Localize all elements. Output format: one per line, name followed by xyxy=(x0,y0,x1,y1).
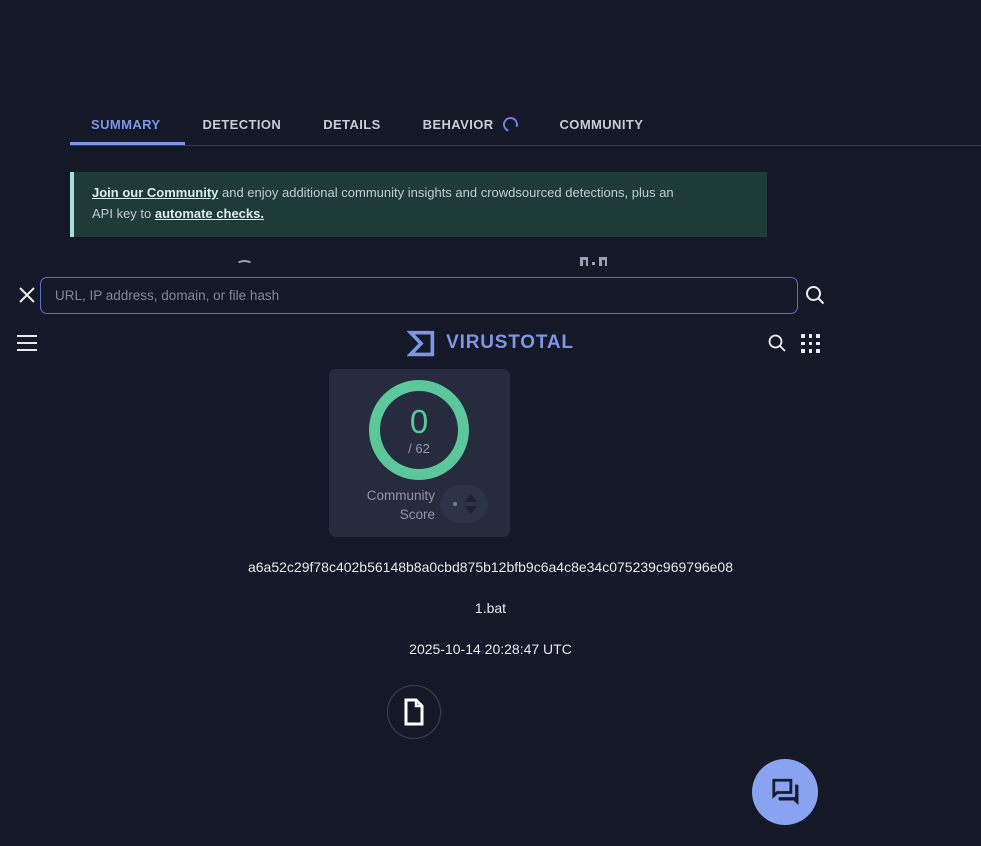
vote-down-icon[interactable] xyxy=(465,506,477,514)
close-icon[interactable] xyxy=(17,285,37,305)
file-name: 1.bat xyxy=(474,600,507,616)
detection-score-ring: 0 / 62 xyxy=(369,380,469,480)
community-score-label: Community Score xyxy=(366,488,435,522)
detections-count: 0 xyxy=(409,402,429,440)
tab-details-label: DETAILS xyxy=(323,116,381,132)
tab-behavior-label: BEHAVIOR xyxy=(422,116,494,132)
clipped-graphic-fragment-blocks xyxy=(580,257,608,267)
tabbar-divider xyxy=(70,145,981,146)
banner-text-2: API key to xyxy=(92,206,155,221)
apps-grid-icon[interactable] xyxy=(801,334,820,353)
clipped-graphic-fragment-arc xyxy=(236,260,253,270)
virustotal-logo-icon xyxy=(407,330,435,356)
tab-detection-label: DETECTION xyxy=(202,116,282,132)
virustotal-page: SUMMARY DETECTION DETAILS BEHAVIOR COMMU… xyxy=(0,0,981,846)
tab-community[interactable]: COMMUNITY xyxy=(539,104,665,144)
detection-score-card: 0 / 62 Community Score xyxy=(329,369,510,537)
report-tabbar: SUMMARY DETECTION DETAILS BEHAVIOR COMMU… xyxy=(70,104,664,144)
join-community-link[interactable]: Join our Community xyxy=(92,185,218,200)
community-chat-fab[interactable] xyxy=(752,759,818,825)
automate-checks-link[interactable]: automate checks. xyxy=(155,206,264,221)
header-search-icon[interactable] xyxy=(767,333,787,353)
vote-up-icon[interactable] xyxy=(465,494,477,502)
tab-summary[interactable]: SUMMARY xyxy=(70,104,181,144)
tab-summary-label: SUMMARY xyxy=(91,116,161,132)
detections-total: / 62 xyxy=(408,440,430,456)
search-input[interactable] xyxy=(40,277,798,314)
file-document-icon xyxy=(404,698,424,726)
virustotal-brand[interactable]: VIRUSTOTAL xyxy=(0,327,981,359)
brand-wordmark: VIRUSTOTAL xyxy=(446,332,574,353)
vote-dot-icon xyxy=(453,502,457,506)
chat-forum-icon xyxy=(772,778,799,806)
tab-behavior[interactable]: BEHAVIOR xyxy=(402,104,539,144)
community-vote-widget[interactable] xyxy=(440,485,488,523)
file-hash: a6a52c29f78c402b56148b8a0cbd875b12bfb9c6… xyxy=(247,559,734,575)
tab-detection[interactable]: DETECTION xyxy=(181,104,302,144)
tab-community-label: COMMUNITY xyxy=(559,116,644,132)
loading-spinner-icon xyxy=(500,114,520,134)
file-type-badge xyxy=(387,685,441,739)
banner-text-1: and enjoy additional community insights … xyxy=(218,185,674,200)
search-submit-icon[interactable] xyxy=(804,284,826,306)
analysis-date: 2025-10-14 20:28:47 UTC xyxy=(409,641,572,657)
tab-details[interactable]: DETAILS xyxy=(302,104,401,144)
join-community-banner: Join our Community and enjoy additional … xyxy=(70,172,767,237)
